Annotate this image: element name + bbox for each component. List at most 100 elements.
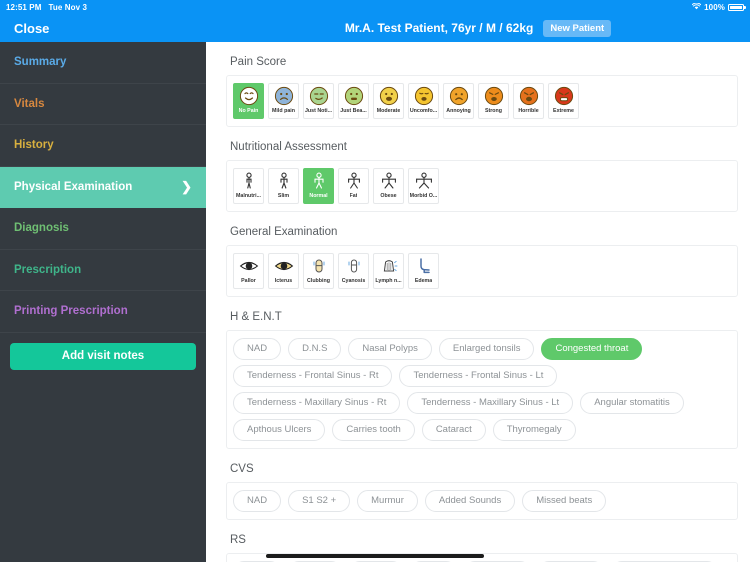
sidebar-item-printing-prescription[interactable]: Printing Prescription (0, 291, 206, 333)
body-malnourished-icon (239, 171, 259, 191)
hent-chip-carries-tooth[interactable]: Carries tooth (332, 419, 415, 441)
sidebar-item-label: Summary (14, 56, 67, 69)
close-label: Close (14, 20, 50, 36)
open-mouth-face-icon (379, 86, 399, 106)
hent-chip-d-n-s[interactable]: D.N.S (288, 338, 342, 360)
general-option-label: Pallor (241, 278, 256, 284)
eye-dark-icon (239, 256, 259, 276)
hent-chip-tenderness-frontal-sinus-rt[interactable]: Tenderness - Frontal Sinus - Rt (233, 365, 393, 387)
hent-chip-tenderness-maxillary-sinus-lt[interactable]: Tenderness - Maxillary Sinus - Lt (407, 392, 574, 414)
pain-option-strong[interactable]: Strong (478, 83, 509, 119)
pain-option-just-noti[interactable]: Just Noti... (303, 83, 334, 119)
new-patient-button[interactable]: New Patient (543, 19, 612, 37)
nutrition-option-label: Morbid O... (409, 193, 438, 199)
hent-chip-enlarged-tonsils[interactable]: Enlarged tonsils (438, 338, 535, 360)
general-option-lymph-n[interactable]: Lymph n... (373, 253, 404, 289)
pain-option-extreme[interactable]: Extreme (548, 83, 579, 119)
examination-scroll-area[interactable]: Pain Score No Pain Mild pain Just Noti... J… (206, 42, 750, 562)
cvs-chip-added-sounds[interactable]: Added Sounds (424, 490, 516, 512)
general-option-label: Lymph n... (375, 278, 402, 284)
status-time: 12:51 PM (6, 2, 42, 12)
sidebar-item-vitals[interactable]: Vitals (0, 84, 206, 125)
status-bar: 12:51 PM Tue Nov 3 100% (0, 0, 750, 14)
nutrition-option-label: Fat (349, 193, 358, 199)
close-button[interactable]: Close (0, 14, 206, 42)
status-date: Tue Nov 3 (48, 2, 88, 12)
hent-title: H & E.N.T (230, 311, 282, 323)
pain-option-no-pain[interactable]: No Pain (233, 83, 264, 119)
sidebar: Close Summary Vitals History Physical Exami… (0, 14, 206, 562)
sidebar-item-label: Printing Prescription (14, 305, 128, 318)
body-morbid-obese-icon (414, 171, 434, 191)
pain-option-uncomfo[interactable]: Uncomfo... (408, 83, 439, 119)
sidebar-item-diagnosis[interactable]: Diagnosis (0, 208, 206, 250)
sidebar-item-label: Prescription (14, 263, 82, 276)
pain-option-label: Annoying (446, 108, 471, 114)
pain-option-annoying[interactable]: Annoying (443, 83, 474, 119)
pain-option-label: Strong (484, 108, 503, 114)
pain-option-label: Just Bea... (340, 108, 367, 114)
add-visit-notes-button[interactable]: Add visit notes (10, 342, 196, 370)
sidebar-filler (0, 370, 206, 562)
sidebar-item-physical-examination[interactable]: Physical Examination ❯ (0, 166, 206, 208)
hent-chip-nasal-polyps[interactable]: Nasal Polyps (348, 338, 432, 360)
pain-option-label: Horrible (518, 108, 539, 114)
pain-score-options: No Pain Mild pain Just Noti... Just Bea... M… (233, 83, 731, 119)
nutrition-option-malnutri[interactable]: Malnutri... (233, 168, 264, 204)
finger-blue-icon (344, 256, 364, 276)
worried-face-icon (414, 86, 434, 106)
cvs-chip-missed-beats[interactable]: Missed beats (522, 490, 607, 512)
pain-option-mild-pain[interactable]: Mild pain (268, 83, 299, 119)
general-option-edema[interactable]: Edema (408, 253, 439, 289)
general-option-pallor[interactable]: Pallor (233, 253, 264, 289)
pain-option-just-bea[interactable]: Just Bea... (338, 83, 369, 119)
general-option-icterus[interactable]: Icterus (268, 253, 299, 289)
general-exam-title: General Examination (230, 226, 338, 238)
sidebar-item-label: History (14, 139, 54, 152)
nutrition-option-label: Obese (380, 193, 397, 199)
pain-option-horrible[interactable]: Horrible (513, 83, 544, 119)
hent-chip-thyromegaly[interactable]: Thyromegaly (492, 419, 576, 441)
hent-chips: NAD D.N.S Nasal Polyps Enlarged tonsils Cong… (233, 338, 731, 441)
nutrition-option-obese[interactable]: Obese (373, 168, 404, 204)
chevron-right-icon: ❯ (181, 178, 192, 194)
hent-chip-angular-stomatitis[interactable]: Angular stomatitis (580, 392, 684, 414)
sidebar-item-summary[interactable]: Summary (0, 42, 206, 84)
nutrition-option-normal[interactable]: Normal (303, 168, 334, 204)
hent-chip-congested-throat[interactable]: Congested throat (541, 338, 643, 360)
pain-score-card: No Pain Mild pain Just Noti... Just Bea... M… (226, 75, 738, 127)
hent-chip-apthous-ulcers[interactable]: Apthous Ulcers (233, 419, 326, 441)
status-bar-right: 100% (691, 2, 746, 12)
hent-chip-cataract[interactable]: Cataract (421, 419, 486, 441)
cvs-chip-murmur[interactable]: Murmur (357, 490, 418, 512)
app-root: 12:51 PM Tue Nov 3 100% Close Summary Vit… (0, 0, 750, 562)
nutrition-option-slim[interactable]: Slim (268, 168, 299, 204)
neutral-face-icon (344, 86, 364, 106)
patient-title: Mr.A. Test Patient, 76yr / M / 62kg (344, 21, 534, 35)
smirk-face-icon (309, 86, 329, 106)
wifi-icon (691, 2, 702, 12)
pain-option-moderate[interactable]: Moderate (373, 83, 404, 119)
cvs-chips: NAD S1 S2 + Murmur Added Sounds Missed beats (233, 490, 731, 512)
body-obese-icon (379, 171, 399, 191)
pain-option-label: Mild pain (272, 108, 295, 114)
sidebar-item-history[interactable]: History (0, 125, 206, 167)
hent-chip-tenderness-maxillary-sinus-rt[interactable]: Tenderness - Maxillary Sinus - Rt (233, 392, 401, 414)
nutrition-option-label: Slim (277, 193, 290, 199)
cvs-chip-s1-s2[interactable]: S1 S2 + (288, 490, 351, 512)
sidebar-nav: Summary Vitals History Physical Examination… (0, 42, 206, 333)
hent-chip-tenderness-frontal-sinus-lt[interactable]: Tenderness - Frontal Sinus - Lt (399, 365, 558, 387)
rs-title: RS (230, 534, 246, 546)
battery-percent: 100% (704, 2, 725, 12)
general-option-cyanosis[interactable]: Cyanosis (338, 253, 369, 289)
cvs-card: NAD S1 S2 + Murmur Added Sounds Missed beats (226, 482, 738, 520)
smile-face-icon (239, 86, 259, 106)
nutrition-option-morbid-o[interactable]: Morbid O... (408, 168, 439, 204)
sidebar-item-prescription[interactable]: Prescription (0, 250, 206, 291)
hent-chip-nad[interactable]: NAD (233, 338, 282, 360)
nutrition-option-fat[interactable]: Fat (338, 168, 369, 204)
general-option-clubbing[interactable]: Clubbing (303, 253, 334, 289)
pain-option-label: Uncomfo... (409, 108, 438, 114)
cvs-chip-nad[interactable]: NAD (233, 490, 282, 512)
lymph-node-icon (379, 256, 399, 276)
